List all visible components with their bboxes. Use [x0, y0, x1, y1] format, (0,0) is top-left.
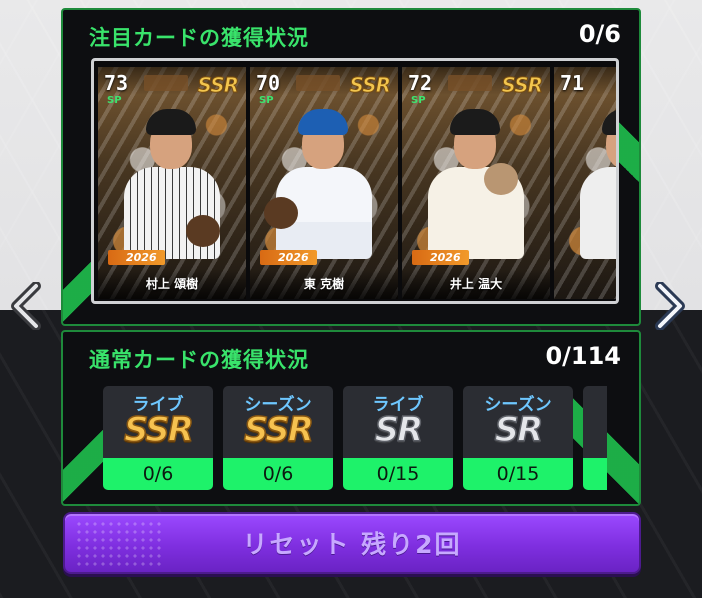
- player-illustration: [420, 105, 532, 259]
- reset-button-label: リセット 残り2回: [242, 530, 462, 559]
- tile-rarity: SSR: [243, 409, 314, 451]
- card-rarity: SSR: [501, 73, 543, 98]
- card-position: SP: [259, 95, 274, 106]
- team-badge-icon: [144, 75, 188, 91]
- card-position: SP: [411, 95, 426, 106]
- chevron-left-icon: [11, 282, 41, 330]
- card-year: 2026: [260, 250, 317, 265]
- tile-progress: 0/15: [463, 458, 573, 490]
- team-badge-icon: [296, 75, 340, 91]
- tile-progress: 0/6: [223, 458, 333, 490]
- card-overall-rating: 72: [408, 71, 433, 95]
- featured-cards-panel: 注目カードの獲得状況 0/6 73 SP SSR 2026 村上 頌樹 70 S…: [61, 8, 641, 326]
- featured-panel-title: 注目カードの獲得状況: [89, 26, 309, 50]
- featured-panel-count: 0/6: [578, 20, 621, 48]
- card-player-name: 東 克樹: [303, 277, 345, 291]
- player-card[interactable]: 70 SP SSR 2026 東 克樹: [250, 67, 398, 299]
- card-position: SP: [107, 95, 122, 106]
- tile-rarity: SSR: [123, 409, 194, 451]
- card-rarity: SSR: [197, 73, 239, 98]
- player-illustration: [572, 105, 616, 259]
- tile-progress: 0/15: [343, 458, 453, 490]
- card-year: 2026: [412, 250, 469, 265]
- tile-progress-partial: [583, 458, 607, 490]
- card-player-name: 井上 温大: [449, 277, 503, 291]
- normal-panel-count: 0/114: [545, 342, 621, 370]
- reset-button[interactable]: リセット 残り2回: [63, 512, 641, 574]
- card-overall-rating: 73: [104, 71, 129, 95]
- card-player-name: 村上 頌樹: [145, 277, 199, 291]
- card-overall-rating: 70: [256, 71, 281, 95]
- tile-progress: 0/6: [103, 458, 213, 490]
- player-card[interactable]: 73 SP SSR 2026 村上 頌樹: [98, 67, 246, 299]
- category-tile[interactable]: [583, 386, 607, 490]
- category-tile[interactable]: シーズン SR 0/15: [463, 386, 573, 490]
- category-tile-strip[interactable]: ライブ SSR 0/6 シーズン SSR 0/6 ライブ SR 0/15 シーズ…: [103, 386, 607, 492]
- category-tile[interactable]: シーズン SSR 0/6: [223, 386, 333, 490]
- next-arrow-button[interactable]: [650, 280, 690, 332]
- player-illustration: [116, 105, 228, 259]
- normal-cards-panel: 通常カードの獲得状況 0/114 ライブ SSR 0/6 シーズン SSR 0/…: [61, 330, 641, 506]
- chevron-right-icon: [655, 282, 685, 330]
- card-rarity: SSR: [349, 73, 391, 98]
- team-badge-icon: [448, 75, 492, 91]
- normal-panel-title: 通常カードの獲得状況: [89, 348, 309, 372]
- player-card[interactable]: 71: [554, 67, 616, 299]
- previous-arrow-button[interactable]: [6, 280, 46, 332]
- tile-rarity: SR: [374, 409, 424, 451]
- category-tile[interactable]: ライブ SR 0/15: [343, 386, 453, 490]
- card-overall-rating: 71: [560, 71, 585, 95]
- player-card[interactable]: 72 SP SSR 2026 井上 温大: [402, 67, 550, 299]
- card-year: 2026: [108, 250, 165, 265]
- tile-rarity: SR: [494, 409, 544, 451]
- player-illustration: [264, 105, 380, 259]
- featured-card-strip[interactable]: 73 SP SSR 2026 村上 頌樹 70 SP SSR 2026 東 克樹…: [91, 58, 619, 304]
- category-tile[interactable]: ライブ SSR 0/6: [103, 386, 213, 490]
